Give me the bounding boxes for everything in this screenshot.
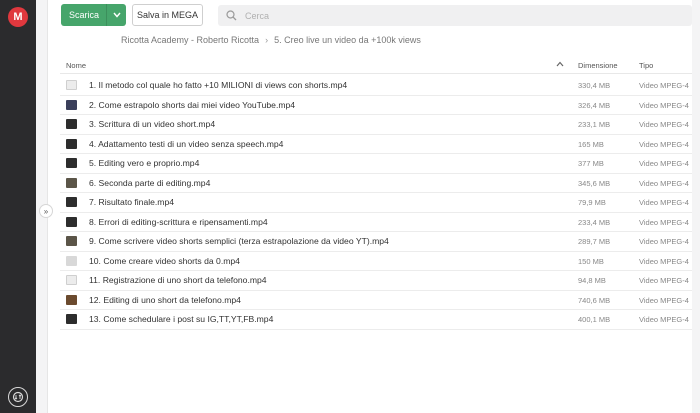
file-name[interactable]: 10. Come creare video shorts da 0.mp4 <box>89 256 240 266</box>
breadcrumb-item-current[interactable]: 5. Creo live un video da +100k views <box>274 35 421 45</box>
file-type: Video MPEG-4 <box>639 139 689 149</box>
scroll-rail[interactable] <box>692 0 700 413</box>
file-name[interactable]: 1. Il metodo col quale ho fatto +10 MILI… <box>89 80 347 90</box>
file-size: 289,7 MB <box>578 237 611 246</box>
file-type: Video MPEG-4 <box>639 276 689 285</box>
file-type: Video MPEG-4 <box>639 237 689 246</box>
sort-ascending-icon[interactable] <box>556 59 564 69</box>
video-thumbnail-icon <box>66 158 77 168</box>
left-rail: M <box>0 0 36 413</box>
table-row[interactable]: 7. Risultato finale.mp4 79,9 MB Video MPEG… <box>60 193 692 213</box>
file-name[interactable]: 4. Adattamento testi di un video senza s… <box>89 139 283 149</box>
file-type: Video MPEG-4 <box>639 81 689 90</box>
table-row[interactable]: 6. Seconda parte di editing.mp4 345,6 MB V… <box>60 174 692 193</box>
video-thumbnail-icon <box>66 99 77 110</box>
video-thumbnail-icon <box>66 294 77 305</box>
download-button-label: Scarica <box>69 10 100 20</box>
column-header-name[interactable]: Nome <box>66 61 86 70</box>
table-header: Nome Dimensione Tipo <box>60 58 692 74</box>
file-list: 1. Il metodo col quale ho fatto +10 MILI… <box>60 76 692 330</box>
table-row[interactable]: 11. Registrazione di uno short da telefo… <box>60 271 692 291</box>
file-type: Video MPEG-4 <box>639 100 689 110</box>
video-thumbnail-icon <box>66 119 77 129</box>
save-to-mega-button[interactable]: Salva in MEGA <box>132 4 203 26</box>
file-size: 740,6 MB <box>578 295 611 305</box>
file-type: Video MPEG-4 <box>639 217 689 227</box>
search-input[interactable] <box>245 10 645 21</box>
mega-logo-icon[interactable]: M <box>8 7 28 27</box>
video-thumbnail-icon <box>66 197 77 207</box>
file-size: 345,6 MB <box>578 178 611 188</box>
table-row[interactable]: 13. Come schedulare i post su IG,TT,YT,F… <box>60 310 692 330</box>
video-thumbnail-icon <box>66 177 77 188</box>
file-name[interactable]: 13. Come schedulare i post su IG,TT,YT,F… <box>89 314 273 324</box>
file-size: 233,4 MB <box>578 217 611 227</box>
file-size: 150 MB <box>578 256 604 266</box>
file-name[interactable]: 3. Scrittura di un video short.mp4 <box>89 119 215 129</box>
breadcrumb-item-root[interactable]: Ricotta Academy - Roberto Ricotta <box>121 35 259 45</box>
file-size: 233,1 MB <box>578 120 611 129</box>
file-type: Video MPEG-4 <box>639 178 689 188</box>
file-name[interactable]: 11. Registrazione di uno short da telefo… <box>89 275 267 285</box>
table-row[interactable]: 9. Come scrivere video shorts semplici (… <box>60 232 692 252</box>
file-size: 400,1 MB <box>578 315 611 324</box>
table-row[interactable]: 3. Scrittura di un video short.mp4 233,1 … <box>60 115 692 135</box>
file-name[interactable]: 6. Seconda parte di editing.mp4 <box>89 178 210 188</box>
file-name[interactable]: 9. Come scrivere video shorts semplici (… <box>89 236 389 246</box>
video-thumbnail-icon <box>66 138 77 149</box>
file-type: Video MPEG-4 <box>639 198 689 207</box>
video-thumbnail-icon <box>66 255 77 266</box>
video-thumbnail-icon <box>66 216 77 227</box>
video-thumbnail-icon <box>66 314 77 324</box>
file-size: 326,4 MB <box>578 100 611 110</box>
search-bar[interactable] <box>218 5 692 26</box>
file-type: Video MPEG-4 <box>639 295 689 305</box>
transfer-manager-icon[interactable] <box>8 387 28 407</box>
breadcrumb-separator: › <box>265 35 269 45</box>
file-name[interactable]: 12. Editing di uno short da telefono.mp4 <box>89 295 241 305</box>
column-header-type[interactable]: Tipo <box>639 61 653 70</box>
file-type: Video MPEG-4 <box>639 315 689 324</box>
file-type: Video MPEG-4 <box>639 159 689 168</box>
file-type: Video MPEG-4 <box>639 256 689 266</box>
file-size: 377 MB <box>578 159 604 168</box>
breadcrumb: Ricotta Academy - Roberto Ricotta › 5. C… <box>121 35 421 45</box>
table-row[interactable]: 12. Editing di uno short da telefono.mp4… <box>60 291 692 310</box>
file-size: 330,4 MB <box>578 81 611 90</box>
search-icon <box>226 10 237 21</box>
file-name[interactable]: 8. Errori di editing-scrittura e ripensa… <box>89 217 268 227</box>
file-name[interactable]: 7. Risultato finale.mp4 <box>89 197 174 207</box>
file-type: Video MPEG-4 <box>639 120 689 129</box>
table-row[interactable]: 5. Editing vero e proprio.mp4 377 MB Video… <box>60 154 692 174</box>
table-row[interactable]: 10. Come creare video shorts da 0.mp4 150… <box>60 252 692 271</box>
file-name[interactable]: 2. Come estrapolo shorts dai miei video … <box>89 100 295 110</box>
double-chevron-right-icon[interactable]: » <box>39 204 53 218</box>
table-row[interactable]: 8. Errori di editing-scrittura e ripensa… <box>60 213 692 232</box>
video-thumbnail-icon <box>66 275 77 285</box>
column-header-size[interactable]: Dimensione <box>578 61 618 70</box>
table-row[interactable]: 2. Come estrapolo shorts dai miei video … <box>60 96 692 115</box>
file-size: 79,9 MB <box>578 198 606 207</box>
file-size: 165 MB <box>578 139 604 149</box>
download-button[interactable]: Scarica <box>61 4 126 26</box>
video-thumbnail-icon <box>66 80 77 90</box>
table-row[interactable]: 1. Il metodo col quale ho fatto +10 MILI… <box>60 76 692 96</box>
video-thumbnail-icon <box>66 236 77 246</box>
chevron-down-icon[interactable] <box>107 12 126 18</box>
file-size: 94,8 MB <box>578 276 606 285</box>
file-name[interactable]: 5. Editing vero e proprio.mp4 <box>89 158 199 168</box>
table-row[interactable]: 4. Adattamento testi di un video senza s… <box>60 135 692 154</box>
